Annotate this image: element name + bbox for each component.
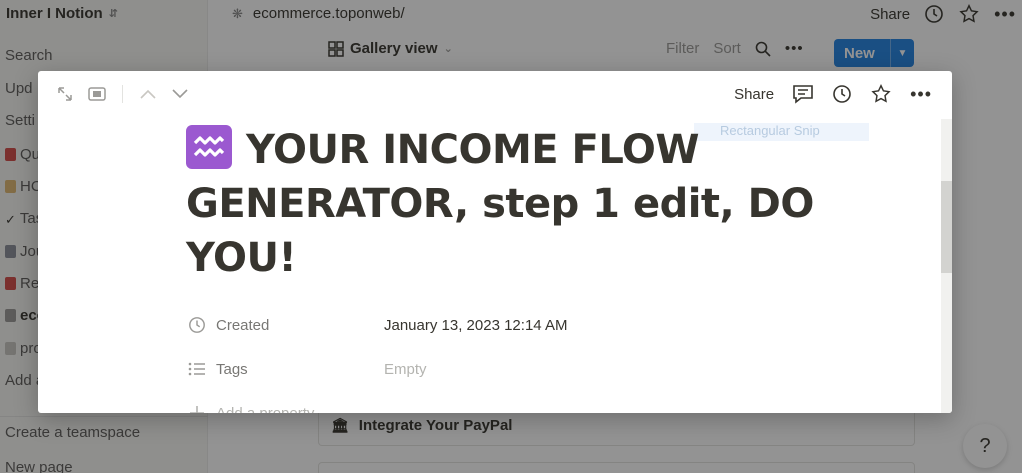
toolbar-divider (122, 85, 123, 103)
comment-icon[interactable] (792, 84, 814, 104)
property-list: Created January 13, 2023 12:14 AM Tags E… (188, 303, 788, 413)
page-header: YOUR INCOME FLOW GENERATOR, step 1 edit,… (186, 123, 836, 285)
property-row-created[interactable]: Created January 13, 2023 12:14 AM (188, 303, 788, 347)
clock-icon (188, 316, 206, 334)
scrollbar-thumb[interactable] (941, 181, 952, 273)
modal-share-button[interactable]: Share (734, 86, 774, 103)
clock-icon[interactable] (832, 84, 852, 104)
page-title-text: YOUR INCOME FLOW GENERATOR, step 1 edit,… (186, 127, 814, 281)
add-property-button[interactable]: Add a property (188, 391, 788, 413)
property-name: Created (188, 316, 384, 334)
page-title[interactable]: YOUR INCOME FLOW GENERATOR, step 1 edit,… (186, 123, 836, 285)
property-name: Tags (188, 361, 384, 378)
modal-actions: Share ••• (734, 83, 932, 105)
plus-icon (188, 404, 206, 413)
add-property-label: Add a property (216, 404, 315, 414)
aquarius-icon[interactable] (186, 125, 232, 169)
expand-icon[interactable] (56, 85, 74, 103)
star-icon[interactable] (870, 83, 892, 105)
peek-mode-icon[interactable] (88, 86, 106, 102)
list-icon (188, 361, 206, 377)
modal-toolbar: Share ••• (38, 71, 952, 119)
chevron-down-icon[interactable] (171, 88, 189, 100)
property-label: Tags (216, 360, 248, 378)
page-peek-modal: Share ••• Rectangular Snip YOUR INCOME F… (38, 71, 952, 413)
property-value[interactable]: Empty (384, 361, 427, 378)
property-name: Add a property (188, 404, 384, 413)
more-options-icon[interactable]: ••• (910, 84, 932, 105)
modal-nav (56, 85, 189, 103)
property-value: January 13, 2023 12:14 AM (384, 316, 568, 334)
property-label: Created (216, 316, 270, 334)
chevron-up-icon[interactable] (139, 88, 157, 100)
property-row-tags[interactable]: Tags Empty (188, 347, 788, 391)
